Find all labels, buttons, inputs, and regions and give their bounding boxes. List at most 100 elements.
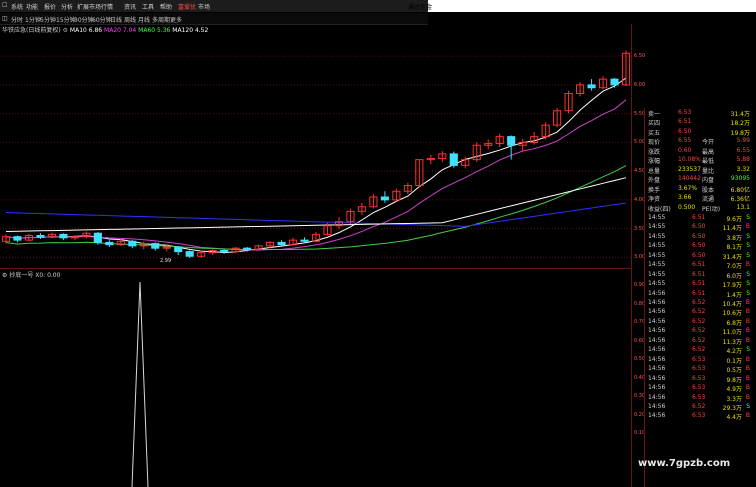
period-tab-15min[interactable]: 15分钟 [56,15,76,24]
order-price: 6.51 [678,118,692,126]
tick-time: 14:56 [648,384,666,392]
stat-value: 3.67% [678,184,698,192]
tick-side: S [746,346,750,354]
period-tab-5min[interactable]: 5分钟 [40,15,56,24]
tick-time: 14:56 [648,308,666,316]
stat-value-2: 5.99 [736,137,750,145]
tick-price: 6.51 [692,280,706,288]
window-title-area: 通达信金 [408,0,756,12]
tick-price: 6.52 [692,402,706,410]
tick-time: 14:56 [648,412,666,420]
menu-item-ext-market[interactable]: 扩展市场行情 [77,2,113,11]
moving-averages [5,77,627,254]
tick-side: S [746,280,750,288]
candle-body [59,233,68,239]
indicator-spike [131,281,149,487]
ma60-label: MA60 5.36 [138,27,171,34]
tick-price: 6.51 [692,289,706,297]
menu-item-function[interactable]: 功能 [26,2,38,11]
ma10-line [5,77,627,254]
candle-body [587,84,596,89]
panel-divider [0,268,632,269]
candle-body [13,236,22,241]
period-tab-30min[interactable]: 30分钟 [74,15,94,24]
sub-indicator-chart[interactable] [0,278,632,487]
tick-time: 14:56 [648,355,666,363]
candle-body [507,136,516,146]
tick-side: B [745,393,750,401]
system-menu-icon[interactable]: ☐ [2,2,7,9]
tick-price: 6.53 [692,365,706,373]
price-axis-label: 6.00 [634,81,646,88]
period-tab-monthly[interactable]: 月线 [138,15,150,24]
stat-value: 10.08% [678,156,701,164]
candlesticks [1,50,631,258]
tick-time: 14:56 [648,327,666,335]
candle-body [36,235,45,238]
period-tab-more[interactable]: 更多 [170,15,182,24]
menu-item-help[interactable]: 帮助 [160,2,172,11]
ma120-line [5,177,627,232]
menu-item-quote[interactable]: 报价 [44,2,56,11]
tick-volume: 4.4万 [726,414,742,422]
tick-time: 14:55 [648,242,666,250]
tick-side: B [745,223,750,231]
tick-side: B [745,374,750,382]
tick-price: 6.52 [692,336,706,344]
period-tab-multi[interactable]: 多周期 [152,15,170,24]
tick-side: S [746,242,750,250]
candle-body [105,241,114,246]
ma-legend: 华铁应急(日线前复权) ⚙ MA10 6.86 MA20 7.04 MA60 5… [2,25,208,35]
tick-time: 14:55 [648,251,666,259]
tick-time: 14:55 [648,232,666,240]
quote-panel: 卖一 6.53 31.4万 买四 6.51 18.2万 买五 6.50 19.8万 现价 6.55 今… [644,108,756,436]
stat-value: 140442 [678,175,701,183]
settings-icon[interactable]: ⚙ [63,27,68,34]
menu-item-market[interactable]: 市场 [198,2,210,11]
candle-body [277,241,286,246]
stat-value: 3.66 [678,194,692,202]
period-tab-60min[interactable]: 60分钟 [92,15,112,24]
period-icon[interactable]: ◫ [2,15,8,22]
candle-body [300,239,309,242]
tick-time: 14:56 [648,336,666,344]
tick-price: 6.50 [692,223,706,231]
chart-grid [0,55,632,258]
tick-side: B [745,317,750,325]
period-tab-weekly[interactable]: 周线 [124,15,136,24]
period-tab-intraday[interactable]: 分时 [11,15,23,24]
stat-row: 收益(四) 0.500 PE(动) 13.1 [644,203,750,213]
period-tab-1min[interactable]: 1分钟 [25,15,41,24]
menu-item-system[interactable]: 系统 [11,2,23,11]
tick-side: S [746,232,750,240]
candle-body [185,251,194,257]
tick-price: 6.52 [692,317,706,325]
tick-side: S [746,213,750,221]
ma10-label: MA10 6.86 [69,27,103,34]
order-price: 6.53 [678,109,692,116]
tick-time: 14:56 [648,317,666,325]
menu-item-analysis[interactable]: 分析 [61,2,73,11]
stat-value: 0.500 [678,203,696,211]
tick-side: S [746,251,750,259]
tick-price: 6.53 [692,412,706,420]
tick-price: 6.52 [692,299,706,306]
menu-item-tools[interactable]: 工具 [142,2,154,11]
tick-time: 14:55 [648,223,666,231]
candle-body [220,249,229,253]
tick-price: 6.51 [692,261,706,269]
tick-time: 14:56 [648,289,666,297]
menu-item-info[interactable]: 资讯 [124,2,136,11]
candle-body [610,78,619,86]
period-tab-daily[interactable]: 日线 [110,15,122,24]
stat-value-2: 6.55 [736,146,750,154]
tick-time: 14:56 [648,346,666,354]
kline-chart[interactable] [0,36,632,266]
tick-side: S [746,402,750,410]
tick-price: 6.50 [692,251,706,259]
stat-value: 6.55 [678,137,692,145]
order-price: 6.50 [678,127,692,135]
candle-body [128,240,137,247]
tick-time: 14:56 [648,365,666,373]
menu-item-fuaiyou[interactable]: 富爱优 [178,2,196,11]
